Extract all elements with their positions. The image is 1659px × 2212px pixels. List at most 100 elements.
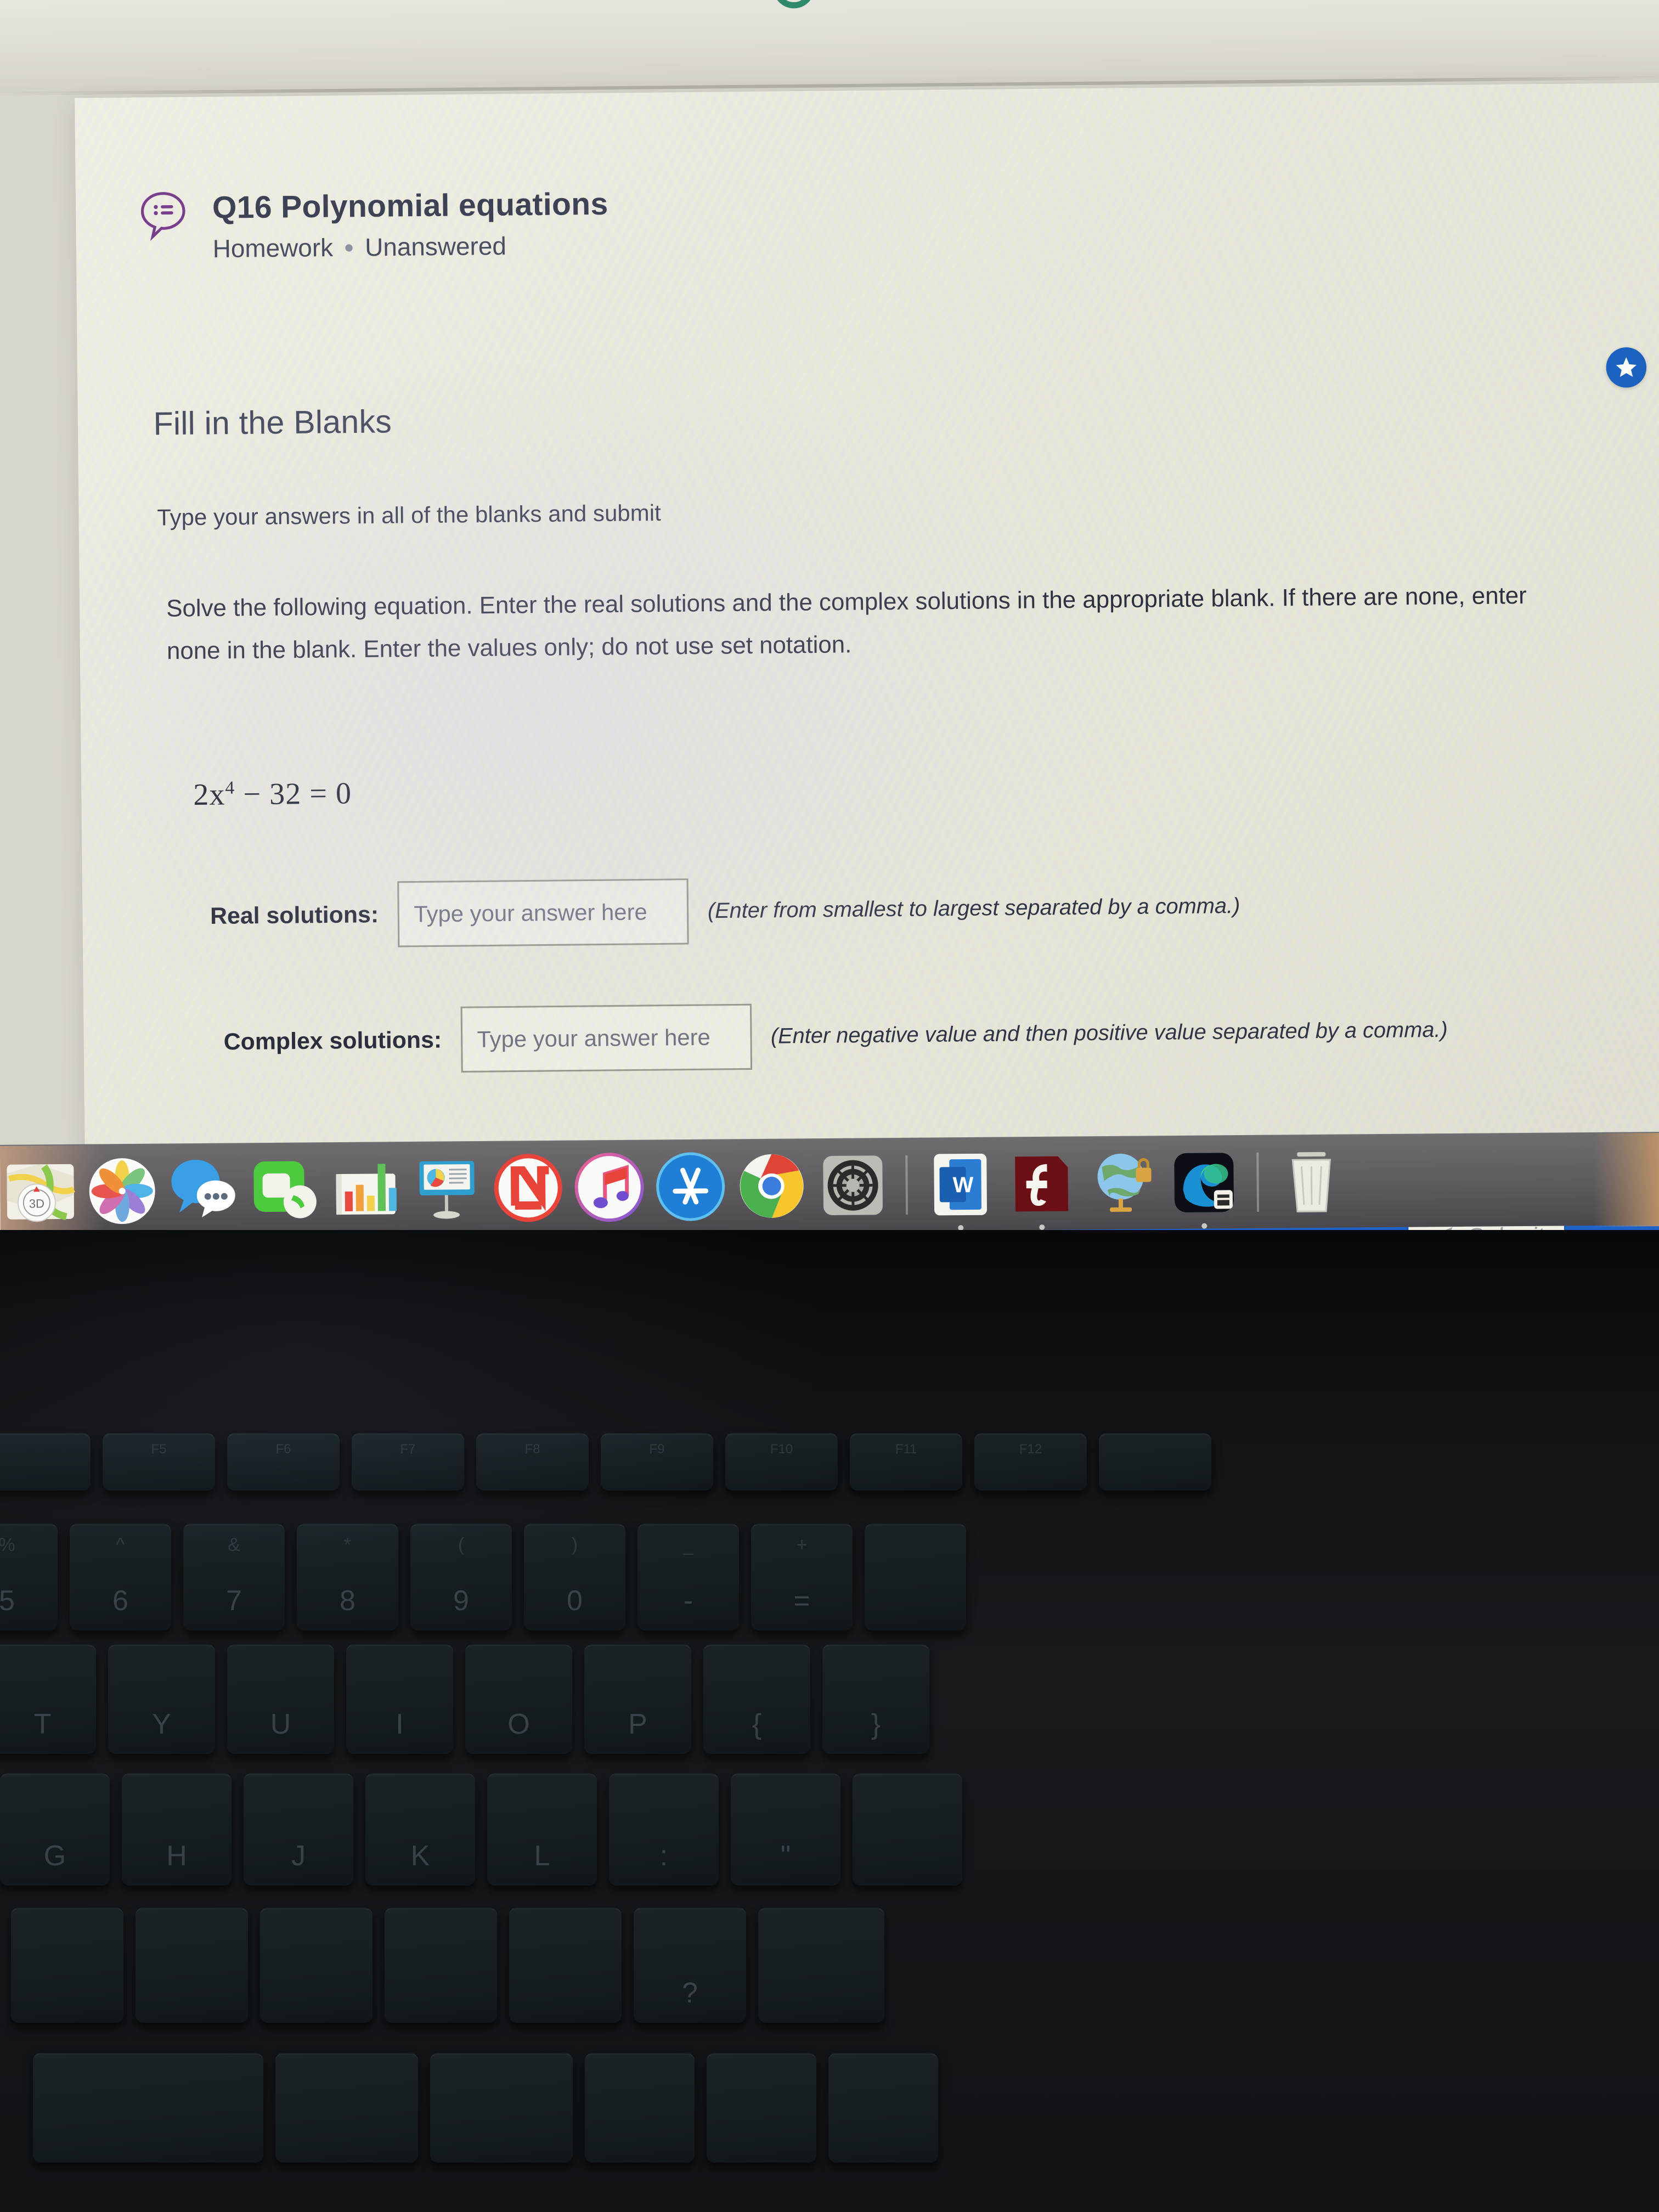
key-8[interactable]: * 8 xyxy=(297,1523,398,1630)
key-slash[interactable]: ? xyxy=(634,1908,746,2023)
key-f7[interactable]: F7 xyxy=(352,1433,464,1491)
app-store-icon[interactable] xyxy=(655,1151,726,1222)
complex-solutions-input[interactable]: Type your answer here xyxy=(460,1003,752,1073)
key-u[interactable]: U xyxy=(227,1644,334,1754)
numbers-icon[interactable] xyxy=(330,1154,401,1224)
green-circle-icon xyxy=(772,0,815,9)
trash-icon[interactable] xyxy=(1276,1147,1347,1217)
laptop-screen: answered Q16 Polynomial equations Homewo… xyxy=(0,0,1659,1257)
key-label: 9 xyxy=(453,1585,469,1617)
star-badge-icon[interactable] xyxy=(1606,347,1647,388)
key-label: 7 xyxy=(226,1585,242,1617)
key-f12[interactable]: F12 xyxy=(974,1433,1087,1491)
key-f5[interactable]: F5 xyxy=(103,1433,215,1491)
key-k[interactable]: K xyxy=(365,1773,475,1886)
key-f10[interactable]: F10 xyxy=(725,1433,838,1491)
key-6[interactable]: ^ 6 xyxy=(70,1523,171,1630)
key-bracket-right[interactable]: } xyxy=(822,1644,929,1754)
key-arrow-updown[interactable] xyxy=(707,2053,816,2163)
key-command-right[interactable] xyxy=(275,2053,418,2163)
photos-icon[interactable] xyxy=(87,1156,157,1227)
key-label: F12 xyxy=(1019,1442,1042,1457)
messages-icon[interactable] xyxy=(168,1155,239,1226)
flash-player-icon[interactable] xyxy=(1006,1148,1077,1231)
key-minus[interactable]: _ - xyxy=(637,1523,739,1630)
key-o[interactable]: O xyxy=(465,1644,572,1754)
key-shift-label: ( xyxy=(458,1534,465,1555)
key-arrow-right[interactable] xyxy=(828,2053,938,2163)
key-delete[interactable] xyxy=(865,1523,966,1630)
equation-base: 2x xyxy=(193,777,225,812)
key-quote[interactable]: " xyxy=(731,1773,840,1886)
question-status: Unanswered xyxy=(364,232,507,262)
key-space[interactable] xyxy=(33,2053,263,2163)
key-label: F8 xyxy=(524,1442,540,1457)
key-shift-label: % xyxy=(0,1534,15,1555)
key-n[interactable] xyxy=(136,1908,248,2023)
key-b[interactable] xyxy=(11,1908,123,2023)
key-label: P xyxy=(628,1708,647,1740)
key-t[interactable]: T xyxy=(0,1644,96,1754)
key-touchid[interactable] xyxy=(1099,1433,1211,1491)
key-f8[interactable]: F8 xyxy=(476,1433,589,1491)
key-9[interactable]: ( 9 xyxy=(410,1523,512,1630)
key-p[interactable]: P xyxy=(584,1644,691,1754)
key-label: } xyxy=(871,1708,881,1740)
music-icon[interactable] xyxy=(574,1152,645,1223)
key-label: I xyxy=(396,1708,404,1740)
key-l[interactable]: L xyxy=(487,1773,597,1886)
key-label: = xyxy=(793,1585,810,1617)
key-label: " xyxy=(780,1840,791,1872)
microsoft-edge-icon[interactable] xyxy=(1169,1147,1239,1229)
key-shift-label: + xyxy=(796,1534,808,1555)
key-label: 0 xyxy=(567,1585,583,1617)
key-bracket-left[interactable]: { xyxy=(703,1644,810,1754)
key-f4[interactable] xyxy=(0,1433,91,1491)
facetime-icon[interactable] xyxy=(249,1154,320,1225)
key-i[interactable]: I xyxy=(346,1644,453,1754)
key-return[interactable] xyxy=(853,1773,962,1886)
key-arrow-left[interactable] xyxy=(585,2053,695,2163)
dock-separator xyxy=(905,1155,909,1215)
key-7[interactable]: & 7 xyxy=(183,1523,285,1630)
key-g[interactable]: G xyxy=(0,1773,110,1886)
key-5[interactable]: % 5 xyxy=(0,1523,58,1630)
key-option-right[interactable] xyxy=(430,2053,573,2163)
key-semicolon[interactable]: : xyxy=(609,1773,719,1886)
key-period[interactable] xyxy=(509,1908,622,2023)
key-label: - xyxy=(683,1585,693,1617)
key-label: F10 xyxy=(770,1442,793,1457)
key-shift-right[interactable] xyxy=(758,1908,884,2023)
key-label: G xyxy=(43,1840,66,1872)
meta-separator-dot xyxy=(345,244,353,252)
key-h[interactable]: H xyxy=(122,1773,232,1886)
key-label: F6 xyxy=(275,1442,291,1457)
complex-solutions-hint: (Enter negative value and then positive … xyxy=(770,1018,1448,1048)
question-prompt: Solve the following equation. Enter the … xyxy=(166,575,1659,674)
key-f9[interactable]: F9 xyxy=(601,1433,713,1491)
key-m[interactable] xyxy=(260,1908,373,2023)
system-preferences-icon[interactable] xyxy=(817,1150,888,1221)
keynote-icon[interactable] xyxy=(411,1153,482,1224)
key-f6[interactable]: F6 xyxy=(227,1433,340,1491)
key-j[interactable]: J xyxy=(244,1773,353,1886)
key-equals[interactable]: + = xyxy=(751,1523,853,1630)
svg-text:W: W xyxy=(953,1173,974,1197)
news-icon[interactable] xyxy=(493,1153,563,1223)
key-f11[interactable]: F11 xyxy=(850,1433,962,1491)
key-comma[interactable] xyxy=(385,1908,497,2023)
microsoft-word-icon[interactable]: W xyxy=(925,1149,996,1231)
key-0[interactable]: ) 0 xyxy=(524,1523,625,1630)
key-shift-label: ^ xyxy=(116,1534,125,1555)
dock-separator xyxy=(1256,1152,1260,1212)
key-label: F7 xyxy=(400,1442,416,1457)
key-y[interactable]: Y xyxy=(108,1644,215,1754)
real-solutions-placeholder: Type your answer here xyxy=(414,899,647,927)
key-label: ? xyxy=(682,1977,698,2009)
section-instruction: Type your answers in all of the blanks a… xyxy=(157,500,662,531)
chrome-icon[interactable] xyxy=(736,1150,807,1221)
network-lock-icon[interactable] xyxy=(1087,1148,1158,1218)
key-label: : xyxy=(659,1840,668,1872)
real-solutions-input[interactable]: Type your answer here xyxy=(397,878,689,947)
maps-icon[interactable]: 3D xyxy=(5,1156,76,1227)
